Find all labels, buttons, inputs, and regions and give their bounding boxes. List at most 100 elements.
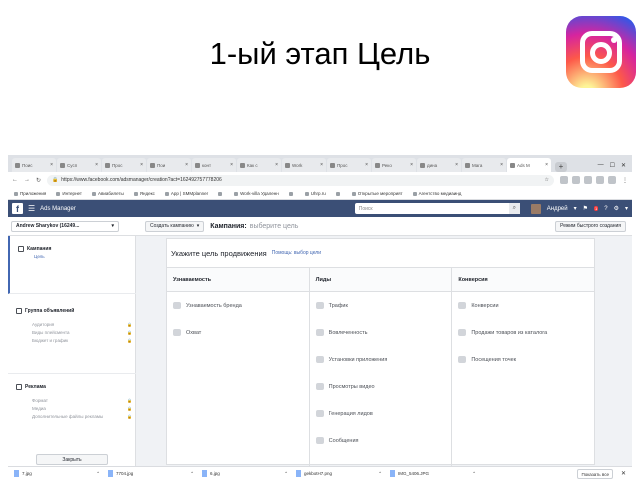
tab-10[interactable]: Мага × [462, 158, 506, 172]
quick-creation-button[interactable]: Режим быстрого создания [555, 220, 626, 232]
sidebar-item-extra-files[interactable]: Дополнительные файлы рекламы 🔒 [8, 412, 136, 420]
avatar[interactable] [530, 203, 541, 214]
objective-option[interactable]: Посещения точек [452, 346, 594, 373]
user-name[interactable]: Андрей [547, 206, 568, 212]
objective-option[interactable]: Конверсии [452, 292, 594, 319]
hamburger-menu-icon[interactable]: ☰ [28, 204, 35, 213]
objective-option[interactable]: Узнаваемость бренда [167, 292, 309, 319]
extension-icon[interactable] [560, 176, 568, 184]
close-tab-icon[interactable]: × [320, 162, 323, 168]
tab-9[interactable]: дина × [417, 158, 461, 172]
sidebar-item-budget[interactable]: Бюджет и график 🔒 [8, 336, 136, 344]
sidebar-item-ad[interactable]: Реклама [8, 384, 136, 390]
bookmark-item[interactable]: Uhrp.ru [305, 191, 326, 196]
close-window-icon[interactable]: ✕ [621, 162, 626, 169]
menu-icon[interactable]: ⋮ [622, 177, 628, 184]
bookmark-item[interactable]: Агентство медиаинд [413, 191, 462, 196]
tab-1[interactable]: Сусп × [57, 158, 101, 172]
bookmark-item[interactable]: Приложения [14, 191, 46, 196]
download-item[interactable]: 6.jpg ⌃ [202, 470, 288, 477]
facebook-logo-icon[interactable]: f [12, 203, 23, 214]
account-selector[interactable]: Andrew Sharykov (16249... ▾ [11, 220, 119, 232]
bookmark-item[interactable]: Открытые мероприят [352, 191, 403, 196]
close-tab-icon[interactable]: × [140, 162, 143, 168]
sidebar-item-format[interactable]: Формат 🔒 [8, 396, 136, 404]
objective-option[interactable]: Вовлеченность [310, 319, 452, 346]
maximize-icon[interactable]: ☐ [610, 162, 615, 169]
bookmark-item[interactable] [336, 191, 342, 196]
help-link[interactable]: Помощь: выбор цели [272, 250, 321, 256]
back-icon[interactable]: ← [12, 177, 18, 183]
fb-user-area: Андрей ▾ ⚑ 1 ? ⚙ ▾ [530, 203, 628, 214]
tab-4[interactable]: конт × [192, 158, 236, 172]
tab-5[interactable]: Как с × [237, 158, 281, 172]
objective-option[interactable]: Сообщения [310, 427, 452, 454]
objective-option[interactable]: Установки приложения [310, 346, 452, 373]
sidebar-item-objective[interactable]: Цель [10, 252, 136, 260]
search-icon[interactable]: ⌕ [508, 203, 520, 214]
close-tab-icon[interactable]: × [455, 162, 458, 168]
chevron-down-icon[interactable]: ▾ [574, 205, 577, 212]
extension-icon[interactable] [584, 176, 592, 184]
url-field[interactable]: 🔒 https://www.facebook.com/adsmanager/cr… [47, 174, 554, 186]
chevron-up-icon[interactable]: ⌃ [284, 471, 288, 477]
notifications-icon[interactable]: ⚑ [583, 205, 588, 212]
download-item[interactable]: 7704.jpg ⌃ [108, 470, 194, 477]
star-icon[interactable]: ☆ [545, 177, 549, 183]
sidebar-item-placements[interactable]: Виды плейсмента 🔒 [8, 328, 136, 336]
tab-2[interactable]: Прос × [102, 158, 146, 172]
close-tab-icon[interactable]: × [365, 162, 368, 168]
objective-option[interactable]: Охват [167, 319, 309, 346]
tab-3[interactable]: Пои × [147, 158, 191, 172]
close-button[interactable]: Закрыть [36, 454, 108, 465]
extension-icon[interactable] [608, 176, 616, 184]
extension-icon[interactable] [572, 176, 580, 184]
bookmark-item[interactable]: Интернет [56, 191, 82, 196]
bookmark-item[interactable]: Авиабилеты [92, 191, 124, 196]
tab-0[interactable]: Поис × [12, 158, 56, 172]
bookmark-item[interactable] [289, 191, 295, 196]
close-downloads-icon[interactable]: ✕ [621, 470, 626, 477]
chevron-up-icon[interactable]: ⌃ [378, 471, 382, 477]
create-campaign-button[interactable]: Создать кампанию ▾ [145, 220, 205, 232]
tab-8[interactable]: Реко × [372, 158, 416, 172]
show-all-downloads-button[interactable]: Показать все [577, 468, 613, 479]
help-icon[interactable]: ? [604, 206, 607, 212]
objective-option[interactable]: Генерация лидов [310, 400, 452, 427]
objective-option[interactable]: Продажи товаров из каталога [452, 319, 594, 346]
reload-icon[interactable]: ↻ [36, 177, 41, 184]
download-item[interactable]: IMG_5406.JPG ⌃ [390, 470, 476, 477]
sidebar-item-adset[interactable]: Группа объявлений [8, 308, 136, 314]
minimize-icon[interactable]: — [598, 162, 604, 169]
bookmark-item[interactable]: App | SMMplanner [165, 191, 208, 196]
new-tab-button[interactable]: + [555, 162, 567, 172]
chevron-up-icon[interactable]: ⌃ [96, 471, 100, 477]
more-icon[interactable]: ▾ [625, 205, 628, 212]
tab-7[interactable]: Прос × [327, 158, 371, 172]
objective-option[interactable]: Просмотры видео [310, 373, 452, 400]
download-item[interactable]: gekbotH7.png ⌃ [296, 470, 382, 477]
sidebar-item-media[interactable]: Медиа 🔒 [8, 404, 136, 412]
close-tab-icon[interactable]: × [500, 162, 503, 168]
close-tab-icon[interactable]: × [185, 162, 188, 168]
sidebar-item-audience[interactable]: Аудитория 🔒 [8, 320, 136, 328]
close-tab-icon[interactable]: × [95, 162, 98, 168]
gear-icon[interactable]: ⚙ [614, 205, 619, 212]
close-tab-icon[interactable]: × [545, 162, 548, 168]
tab-6[interactable]: Work × [282, 158, 326, 172]
objective-option[interactable]: Трафик [310, 292, 452, 319]
chevron-up-icon[interactable]: ⌃ [190, 471, 194, 477]
bookmark-item[interactable]: Яндекс [134, 191, 155, 196]
close-tab-icon[interactable]: × [275, 162, 278, 168]
search-input[interactable]: Поиск ⌕ [354, 203, 520, 214]
bookmark-item[interactable]: Work-villa Удаленн [234, 191, 279, 196]
close-tab-icon[interactable]: × [410, 162, 413, 168]
extension-icon[interactable] [596, 176, 604, 184]
close-tab-icon[interactable]: × [50, 162, 53, 168]
download-item[interactable]: 7.jpg ⌃ [14, 470, 100, 477]
chevron-up-icon[interactable]: ⌃ [472, 471, 476, 477]
bookmark-item[interactable] [218, 191, 224, 196]
close-tab-icon[interactable]: × [230, 162, 233, 168]
tab-11[interactable]: Ads M × [507, 158, 551, 172]
forward-icon[interactable]: → [24, 177, 30, 183]
